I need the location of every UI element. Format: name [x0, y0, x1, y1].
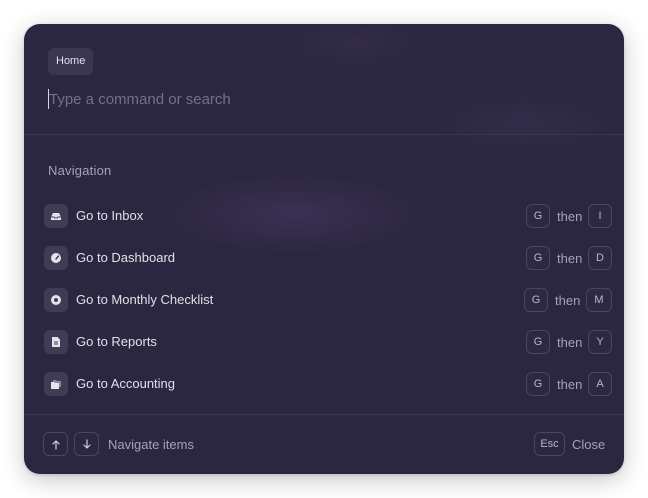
shortcut-key: M: [586, 288, 612, 312]
shortcut-key: A: [588, 372, 612, 396]
command-item-inbox[interactable]: Go to Inbox G then I: [36, 197, 612, 235]
command-palette: Home Navigation Go to Inbox G then I Go …: [24, 24, 624, 474]
command-label: Go to Monthly Checklist: [76, 292, 214, 307]
shortcut-key: Y: [588, 330, 612, 354]
shortcut: G then A: [526, 372, 612, 396]
shortcut-key: G: [526, 246, 550, 270]
shortcut-joiner: then: [557, 335, 583, 350]
navigate-hint: Navigate items: [108, 437, 194, 452]
folder-icon: [44, 372, 68, 396]
dashboard-gauge-icon: [44, 246, 68, 270]
shortcut-key: D: [588, 246, 612, 270]
shortcut-joiner: then: [557, 377, 583, 392]
shortcut-key: I: [588, 204, 612, 228]
esc-key[interactable]: Esc: [534, 432, 565, 456]
shortcut-joiner: then: [555, 293, 581, 308]
shortcut-key: G: [526, 204, 550, 228]
footer-divider: [24, 414, 624, 415]
inbox-icon: [44, 204, 68, 228]
command-item-dashboard[interactable]: Go to Dashboard G then D: [36, 239, 612, 277]
arrow-up-icon: [52, 440, 60, 450]
breadcrumb-home[interactable]: Home: [48, 48, 94, 75]
shortcut-key: G: [526, 330, 550, 354]
navigate-down-button[interactable]: [74, 432, 99, 456]
search-input[interactable]: [48, 86, 600, 112]
navigate-up-button[interactable]: [43, 432, 68, 456]
shortcut-key: G: [524, 288, 548, 312]
shortcut: G then M: [524, 288, 612, 312]
checklist-circle-icon: [44, 288, 68, 312]
shortcut-joiner: then: [557, 209, 583, 224]
shortcut-joiner: then: [557, 251, 583, 266]
command-label: Go to Accounting: [76, 376, 176, 391]
document-icon: [44, 330, 68, 354]
search-field[interactable]: [48, 86, 600, 112]
close-button[interactable]: Close: [572, 437, 605, 452]
command-label: Go to Inbox: [76, 208, 144, 223]
shortcut-key: G: [526, 372, 550, 396]
command-item-accounting[interactable]: Go to Accounting G then A: [36, 365, 612, 403]
shortcut: G then D: [526, 246, 612, 270]
command-item-reports[interactable]: Go to Reports G then Y: [36, 323, 612, 361]
shortcut: G then I: [526, 204, 612, 228]
command-item-monthly-checklist[interactable]: Go to Monthly Checklist G then M: [36, 281, 612, 319]
command-label: Go to Reports: [76, 334, 157, 349]
header-divider: [24, 134, 624, 135]
command-label: Go to Dashboard: [76, 250, 176, 265]
section-title: Navigation: [48, 163, 112, 178]
shortcut: G then Y: [526, 330, 612, 354]
arrow-down-icon: [83, 439, 91, 449]
